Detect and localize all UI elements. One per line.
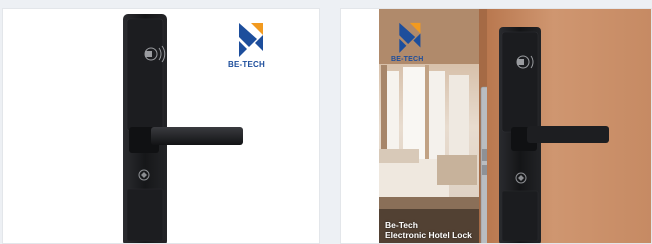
brand-logo-text: BE-TECH: [391, 56, 424, 63]
product-caption: Be-Tech Electronic Hotel Lock: [385, 220, 472, 240]
product-card-1[interactable]: BE-TECH: [2, 8, 320, 244]
brand-logo: BE-TECH: [387, 19, 431, 69]
door-handle: [151, 127, 243, 145]
product-card-2[interactable]: BE-TECH Be-Tech Electronic Hotel Lock: [340, 8, 652, 244]
be-tech-logo-icon: [239, 23, 263, 57]
be-tech-logo-icon: [399, 22, 421, 53]
brand-logo: BE-TECH: [225, 19, 275, 75]
door-handle: [527, 126, 609, 143]
brand-logo-text: BE-TECH: [228, 60, 265, 69]
caption-product: Electronic Hotel Lock: [385, 229, 472, 240]
